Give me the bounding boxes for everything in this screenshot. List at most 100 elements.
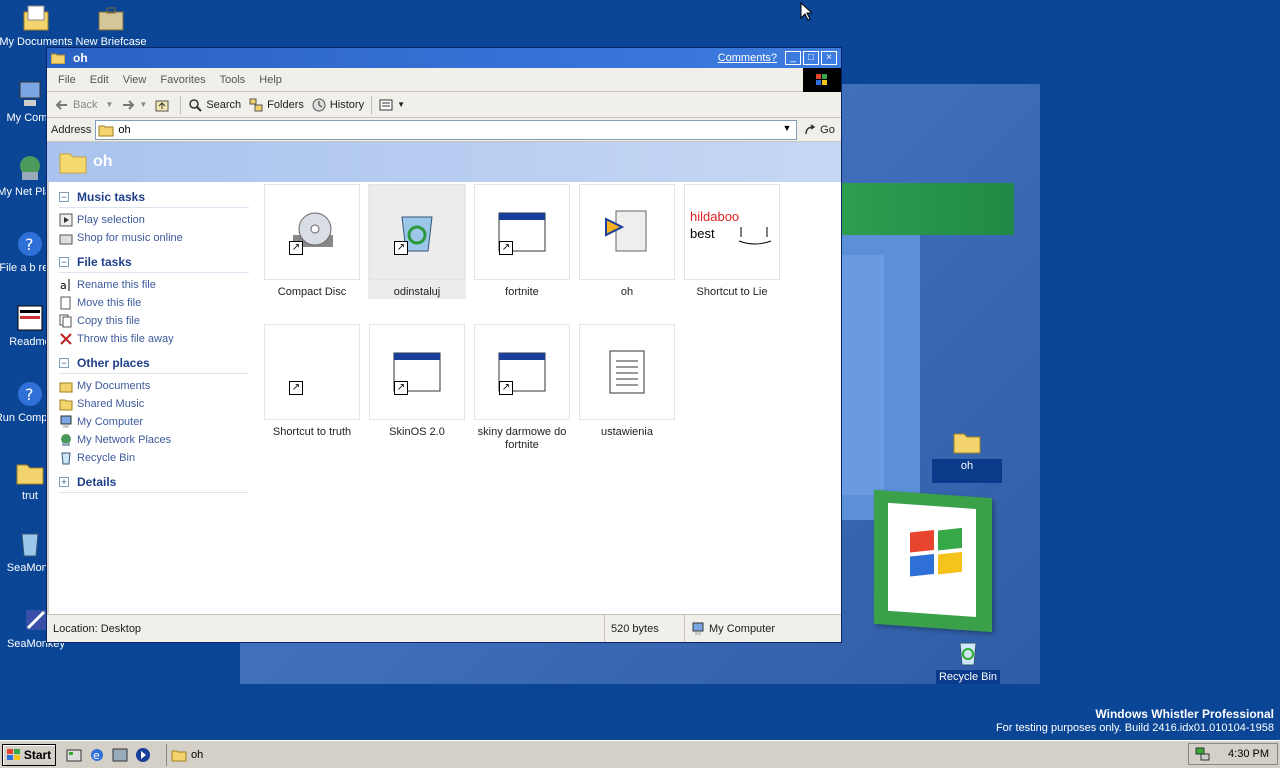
desktop-icon-recycle-bin[interactable]: Recycle Bin (930, 637, 1006, 684)
menu-tools[interactable]: Tools (213, 74, 253, 86)
details-title: Details (77, 475, 117, 489)
file-item-oh[interactable]: oh (578, 184, 676, 299)
menu-help[interactable]: Help (252, 74, 289, 86)
place-shared-music[interactable]: Shared Music (59, 395, 249, 413)
collapse-icon[interactable]: − (59, 257, 69, 267)
menu-view[interactable]: View (116, 74, 154, 86)
toolbar-separator (371, 95, 373, 114)
play-selection-link[interactable]: Play selection (59, 211, 249, 229)
address-value: oh (118, 123, 131, 136)
shop-music-link[interactable]: Shop for music online (59, 229, 249, 247)
shortcut-arrow-icon: ↗ (394, 241, 408, 255)
menu-edit[interactable]: Edit (83, 74, 116, 86)
history-button[interactable]: History (308, 98, 368, 112)
network-icon[interactable] (112, 747, 128, 763)
file-item-skiny-darmowe[interactable]: ↗ skiny darmowe do fortnite (473, 324, 571, 452)
status-size: 520 bytes (605, 615, 685, 642)
file-thumb: ↗ (369, 324, 465, 420)
clock[interactable]: 4:30 PM (1228, 748, 1269, 760)
shortcut-arrow-icon: ↗ (289, 241, 303, 255)
file-item-fortnite[interactable]: ↗ fortnite (473, 184, 571, 299)
smile-drawing-icon (738, 227, 772, 245)
expand-icon[interactable]: + (59, 477, 69, 487)
help-icon: ? (18, 232, 42, 256)
place-my-computer[interactable]: My Computer (59, 413, 249, 431)
views-button[interactable]: ▼ (375, 98, 409, 112)
place-my-documents[interactable]: My Documents (59, 377, 249, 395)
file-name: Compact Disc (277, 286, 347, 298)
file-item-compact-disc[interactable]: ↗ Compact Disc (263, 184, 361, 299)
menu-file[interactable]: File (51, 74, 83, 86)
menu-favorites[interactable]: Favorites (153, 74, 212, 86)
place-recycle-bin[interactable]: Recycle Bin (59, 449, 249, 467)
delete-file-link[interactable]: Throw this file away (59, 330, 249, 348)
my-computer-icon (19, 81, 41, 106)
up-folder-icon (155, 100, 169, 111)
start-label: Start (23, 747, 52, 762)
windows-throbber-icon (803, 68, 841, 92)
file-item-skinos[interactable]: ↗ SkinOS 2.0 (368, 324, 466, 439)
system-tray: 4:30 PM (1188, 743, 1278, 765)
start-button[interactable]: Start (2, 743, 56, 766)
back-button[interactable]: Back ▼ (51, 98, 117, 112)
file-thumb: ↗ (264, 324, 360, 420)
desktop-icon-new-briefcase[interactable]: New Briefcase (73, 2, 149, 48)
taskbar-item-oh[interactable]: oh (166, 743, 326, 766)
up-folder-button[interactable] (151, 98, 177, 112)
internet-explorer-icon[interactable]: e (89, 747, 105, 763)
desktop-icon-my-documents[interactable]: My Documents (0, 2, 74, 48)
desktop-icon-label: Recycle Bin (935, 670, 1001, 684)
details-header[interactable]: + Details (59, 475, 249, 493)
build-watermark: Windows Whistler Professional For testin… (996, 707, 1274, 735)
toolbar-separator (180, 95, 182, 114)
close-button[interactable]: × (821, 51, 837, 65)
network-status-icon[interactable] (1195, 747, 1211, 761)
media-player-icon[interactable] (135, 747, 151, 763)
network-icon (61, 434, 71, 446)
svg-text:a: a (60, 279, 67, 292)
show-desktop-icon[interactable] (66, 747, 82, 763)
other-places-title: Other places (77, 356, 150, 370)
move-file-link[interactable]: Move this file (59, 294, 249, 312)
move-file-label: Move this file (77, 297, 142, 309)
forward-button[interactable]: ▼ (117, 98, 151, 112)
file-thumb (579, 184, 675, 280)
folder-icon (59, 153, 87, 174)
chevron-down-icon[interactable]: ▼ (780, 123, 794, 137)
other-places-header[interactable]: − Other places (59, 356, 249, 374)
file-thumb: ↗ (474, 184, 570, 280)
search-button[interactable]: Search (184, 98, 245, 112)
chevron-down-icon: ▼ (139, 100, 148, 109)
file-name: SkinOS 2.0 (389, 426, 445, 438)
place-my-network[interactable]: My Network Places (59, 431, 249, 449)
title-bar[interactable]: oh Comments? _ □ × (47, 48, 841, 68)
maximize-button[interactable]: □ (803, 51, 819, 65)
folders-button[interactable]: Folders (245, 98, 308, 112)
address-input[interactable]: oh ▼ (95, 119, 797, 140)
task-pane: − Music tasks Play selection Shop for mus… (59, 190, 249, 501)
file-item-shortcut-to-truth[interactable]: ↗ Shortcut to truth (263, 324, 361, 439)
collapse-icon[interactable]: − (59, 358, 69, 368)
minimize-button[interactable]: _ (785, 51, 801, 65)
explorer-window[interactable]: oh Comments? _ □ × File Edit View Favori… (46, 47, 842, 643)
file-name: fortnite (505, 286, 539, 298)
copy-file-link[interactable]: Copy this file (59, 312, 249, 330)
shortcut-arrow-icon: ↗ (289, 381, 303, 395)
file-item-shortcut-to-lie[interactable]: hildaboo best Shortcut to Lie (683, 184, 781, 299)
collapse-icon[interactable]: − (59, 192, 69, 202)
svg-text:?: ? (25, 385, 34, 404)
go-button[interactable]: Go (797, 123, 841, 137)
comments-link[interactable]: Comments? (718, 52, 777, 64)
music-tasks-section: − Music tasks Play selection Shop for mus… (59, 190, 249, 247)
desktop-icon-oh[interactable]: oh (929, 425, 1005, 483)
file-item-ustawienia[interactable]: ustawienia (578, 324, 676, 439)
svg-text:?: ? (25, 235, 34, 254)
rename-file-link[interactable]: a Rename this file (59, 276, 249, 294)
help-icon: ? (18, 382, 42, 406)
standard-toolbar: Back ▼ ▼ Search Folders History ▼ (47, 92, 841, 118)
music-tasks-header[interactable]: − Music tasks (59, 190, 249, 208)
build-info: For testing purposes only. Build 2416.id… (995, 722, 1274, 734)
shop-icon (59, 234, 73, 245)
file-item-odinstaluj[interactable]: ↗ odinstaluj (368, 184, 466, 299)
file-tasks-header[interactable]: − File tasks (59, 255, 249, 273)
